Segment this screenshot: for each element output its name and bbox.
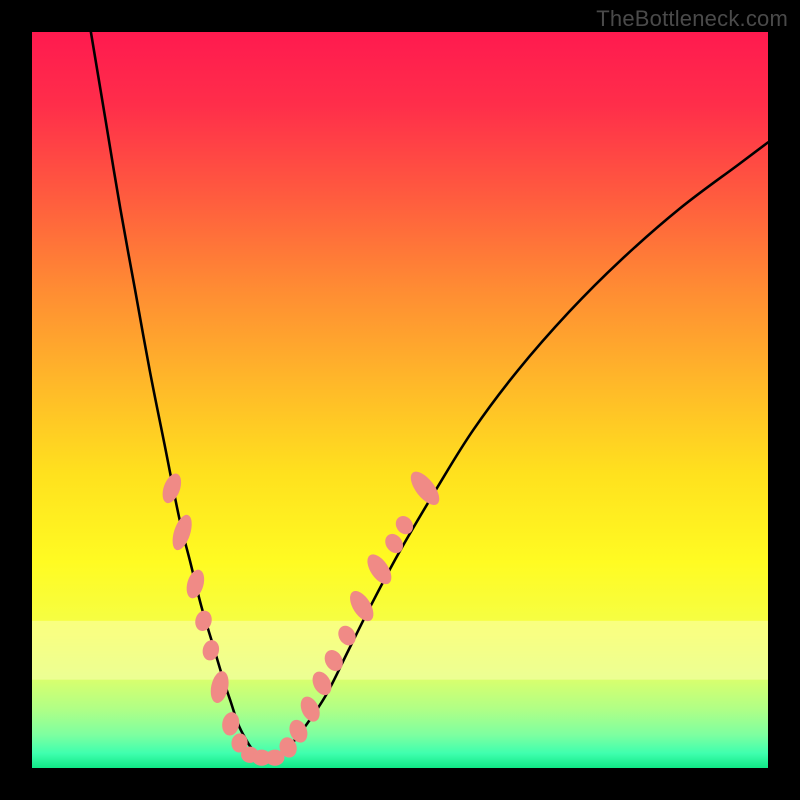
chart-frame: TheBottleneck.com [0,0,800,800]
marker-pill [392,513,416,538]
marker-pill [169,512,196,552]
funnel-curve [91,32,768,758]
marker-pill [159,471,185,506]
marker-pill [297,694,324,725]
plot-area [32,32,768,768]
marker-pill [208,669,231,704]
marker-pill [406,467,445,510]
watermark-text: TheBottleneck.com [596,6,788,32]
marker-pill [220,711,241,737]
marker-pill [193,609,214,633]
marker-group [159,467,445,766]
marker-pill [321,647,346,674]
marker-pill [184,568,208,601]
curve-layer [32,32,768,768]
marker-pill [345,587,378,625]
